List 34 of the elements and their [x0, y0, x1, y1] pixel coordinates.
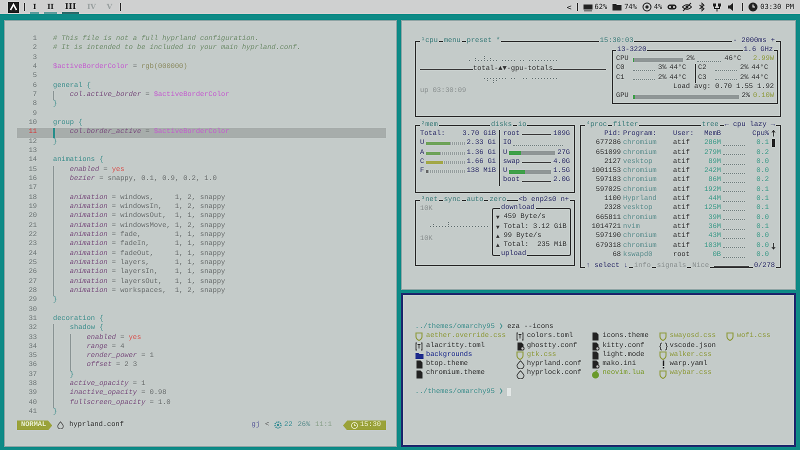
clock-icon: [350, 422, 358, 429]
shield-icon: [726, 332, 735, 342]
document-gear-icon: [591, 342, 600, 351]
text-cursor: [507, 388, 512, 396]
document-gear-icon: [591, 360, 600, 370]
gamepad-icon: [667, 2, 678, 12]
shield-icon: [415, 332, 424, 342]
mini-graph: [633, 76, 655, 80]
mini-graph: [723, 207, 745, 212]
cpu-icon: [642, 2, 652, 12]
bracket-icon: [516, 332, 525, 342]
logo-icon: [8, 2, 19, 12]
clock-icon: [748, 2, 758, 12]
mini-graph: [723, 151, 745, 156]
mini-graph: [723, 188, 745, 192]
gear-icon: [274, 421, 282, 430]
bracket-icon: [415, 342, 424, 351]
mini-graph: [723, 244, 745, 248]
leaf-icon: [591, 370, 600, 379]
bluetooth-icon: [697, 2, 708, 12]
mini-graph: [723, 216, 745, 220]
braces-icon: [658, 342, 668, 351]
workspace-button[interactable]: III: [62, 0, 80, 14]
mini-graph: [723, 179, 745, 184]
folder-icon: [415, 351, 424, 360]
document-gear-icon: [516, 342, 525, 351]
file-icon: [57, 421, 64, 430]
memory-icon: [582, 2, 593, 12]
mini-graph: [715, 76, 737, 80]
eye-off-icon: [682, 2, 692, 12]
tray-toggle[interactable]: <: [566, 2, 572, 12]
network-icon: [712, 2, 722, 12]
shield-icon: [516, 351, 525, 360]
folder-icon: [612, 2, 622, 12]
